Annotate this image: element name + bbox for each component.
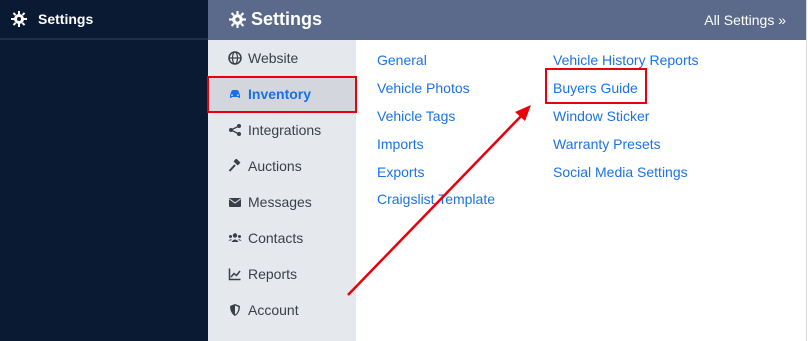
annotation-arrow <box>347 105 531 296</box>
arrow-line <box>347 111 526 296</box>
